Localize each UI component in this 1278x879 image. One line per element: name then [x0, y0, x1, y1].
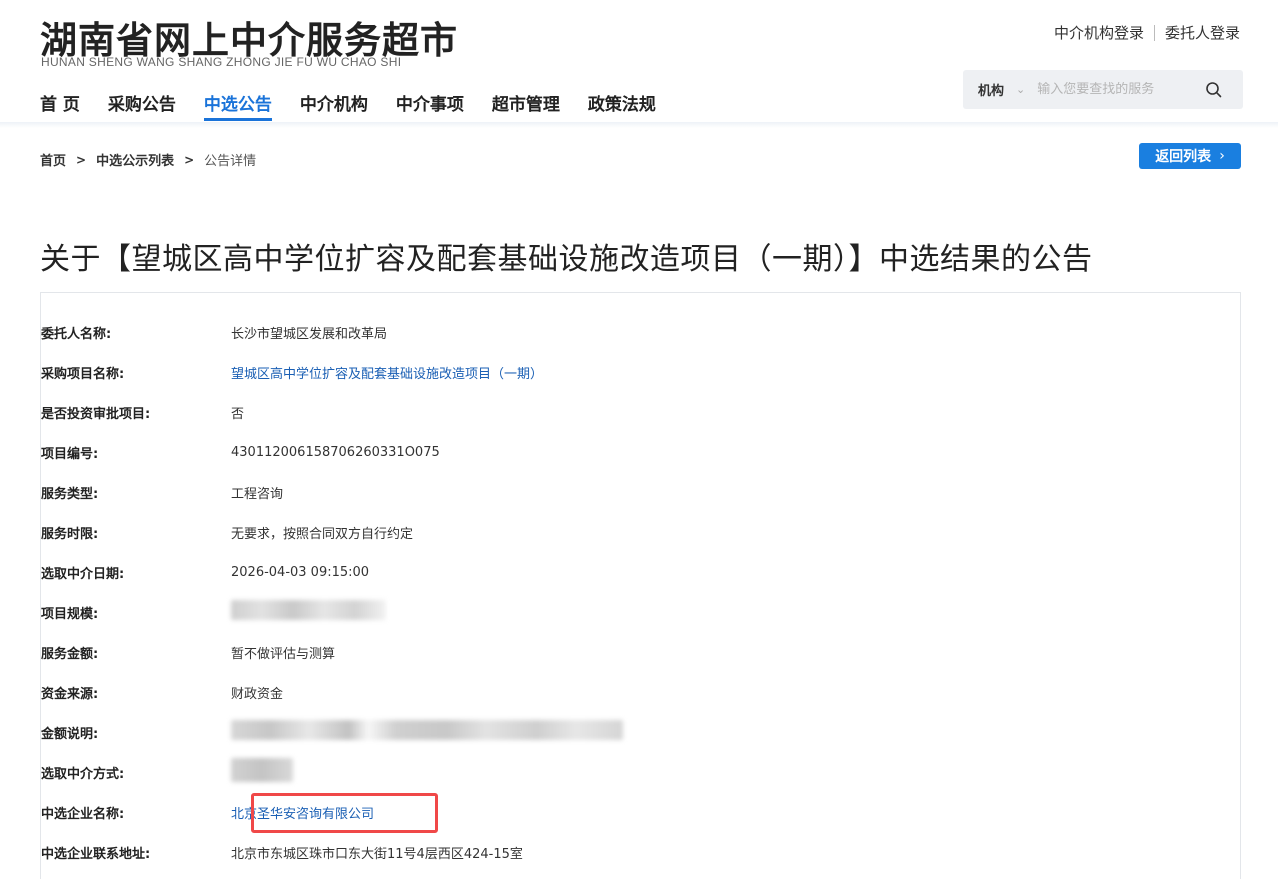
breadcrumb: 首页 > 中选公示列表 > 公告详情 [40, 150, 257, 170]
page-title: 关于【望城区高中学位扩容及配套基础设施改造项目（一期）】中选结果的公告 [40, 242, 1093, 277]
search-type-select[interactable]: 机构 [978, 80, 1004, 99]
search-icon[interactable] [1205, 81, 1223, 99]
detail-value: 长沙市望城区发展和改革局 [231, 326, 388, 342]
nav-item-agencies[interactable]: 中介机构 [300, 90, 368, 122]
detail-label: 委托人名称: [41, 326, 112, 342]
detail-value [231, 720, 623, 744]
nav-item-selection-notice[interactable]: 中选公告 [203, 90, 272, 122]
detail-row: 采购项目名称: 望城区高中学位扩容及配套基础设施改造项目（一期） [41, 362, 543, 382]
breadcrumb-list[interactable]: 中选公示列表 [96, 150, 174, 169]
back-button-label: 返回列表 [1155, 149, 1212, 165]
detail-row: 是否投资审批项目: 否 [41, 402, 244, 422]
detail-row: 服务类型: 工程咨询 [41, 482, 283, 502]
detail-label: 资金来源: [41, 686, 99, 702]
detail-label: 金额说明: [41, 726, 99, 742]
detail-row: 资金来源: 财政资金 [41, 682, 283, 702]
main-nav: 首 页 采购公告 中选公告 中介机构 中介事项 超市管理 政策法规 [40, 90, 684, 122]
breadcrumb-separator: > [76, 152, 87, 167]
detail-row: 服务金额: 暂不做评估与测算 [41, 642, 335, 662]
detail-label: 服务时限: [41, 526, 99, 542]
detail-value: 工程咨询 [231, 486, 284, 502]
detail-label: 服务类型: [41, 486, 99, 502]
detail-row: 委托人名称: 长沙市望城区发展和改革局 [41, 322, 387, 342]
detail-row: 项目规模: [41, 600, 386, 624]
detail-label: 项目编号: [41, 446, 99, 462]
search-bar: 机构 ⌄ [963, 70, 1243, 109]
project-name-link[interactable]: 望城区高中学位扩容及配套基础设施改造项目（一期） [231, 363, 543, 382]
detail-row: 项目编号: 430112006158706260331O075 [41, 442, 440, 462]
header-divider [0, 122, 1278, 128]
divider [1153, 24, 1155, 41]
top-login-links: 中介机构登录 委托人登录 [1054, 22, 1240, 43]
detail-label: 选取中介方式: [41, 766, 125, 782]
redacted-value [231, 758, 293, 782]
detail-value [231, 600, 386, 624]
detail-row: 金额说明: [41, 720, 623, 744]
nav-item-agency-matters[interactable]: 中介事项 [396, 90, 464, 122]
detail-row: 中选企业联系地址: 北京市东城区珠市口东大街11号4层西区424-15室 [41, 842, 523, 862]
breadcrumb-separator: > [184, 152, 195, 167]
breadcrumb-current: 公告详情 [204, 154, 257, 169]
nav-item-procurement[interactable]: 采购公告 [108, 90, 176, 122]
redacted-value [231, 720, 623, 740]
detail-value: 财政资金 [231, 686, 284, 702]
detail-row: 中选企业名称: 北京圣华安咨询有限公司 [41, 802, 374, 822]
nav-item-market-management[interactable]: 超市管理 [492, 90, 560, 122]
detail-value: 2026-04-03 09:15:00 [231, 564, 370, 580]
redacted-value [231, 600, 386, 620]
nav-item-policies[interactable]: 政策法规 [588, 90, 656, 122]
back-to-list-button[interactable]: 返回列表 › [1139, 143, 1241, 169]
chevron-right-icon: › [1219, 148, 1225, 164]
detail-row: 选取中介方式: [41, 758, 293, 782]
detail-value: 否 [231, 406, 245, 422]
client-login-link[interactable]: 委托人登录 [1165, 22, 1240, 43]
chevron-down-icon[interactable]: ⌄ [1016, 83, 1025, 96]
agency-login-link[interactable]: 中介机构登录 [1054, 22, 1144, 43]
search-input[interactable] [1037, 82, 1188, 97]
detail-value: 无要求，按照合同双方自行约定 [231, 526, 414, 542]
site-subtitle: HUNAN SHENG WANG SHANG ZHONG JIE FU WU C… [41, 55, 402, 69]
detail-row: 服务时限: 无要求，按照合同双方自行约定 [41, 522, 413, 542]
detail-value: 暂不做评估与测算 [231, 646, 336, 662]
detail-value [231, 758, 293, 786]
detail-value: 北京市东城区珠市口东大街11号4层西区424-15室 [231, 846, 523, 862]
detail-label: 项目规模: [41, 606, 99, 622]
detail-label: 中选企业名称: [41, 806, 125, 822]
detail-label: 采购项目名称: [41, 366, 125, 382]
breadcrumb-home[interactable]: 首页 [40, 150, 66, 169]
detail-label: 是否投资审批项目: [41, 406, 151, 422]
detail-value: 430112006158706260331O075 [231, 444, 440, 460]
detail-label: 选取中介日期: [41, 566, 125, 582]
detail-label: 服务金额: [41, 646, 99, 662]
detail-row: 选取中介日期: 2026-04-03 09:15:00 [41, 562, 369, 582]
site-header: 湖南省网上中介服务超市 HUNAN SHENG WANG SHANG ZHONG… [0, 0, 1278, 122]
selected-company-link[interactable]: 北京圣华安咨询有限公司 [231, 803, 374, 822]
detail-label: 中选企业联系地址: [41, 846, 151, 862]
nav-item-home[interactable]: 首 页 [40, 90, 80, 122]
